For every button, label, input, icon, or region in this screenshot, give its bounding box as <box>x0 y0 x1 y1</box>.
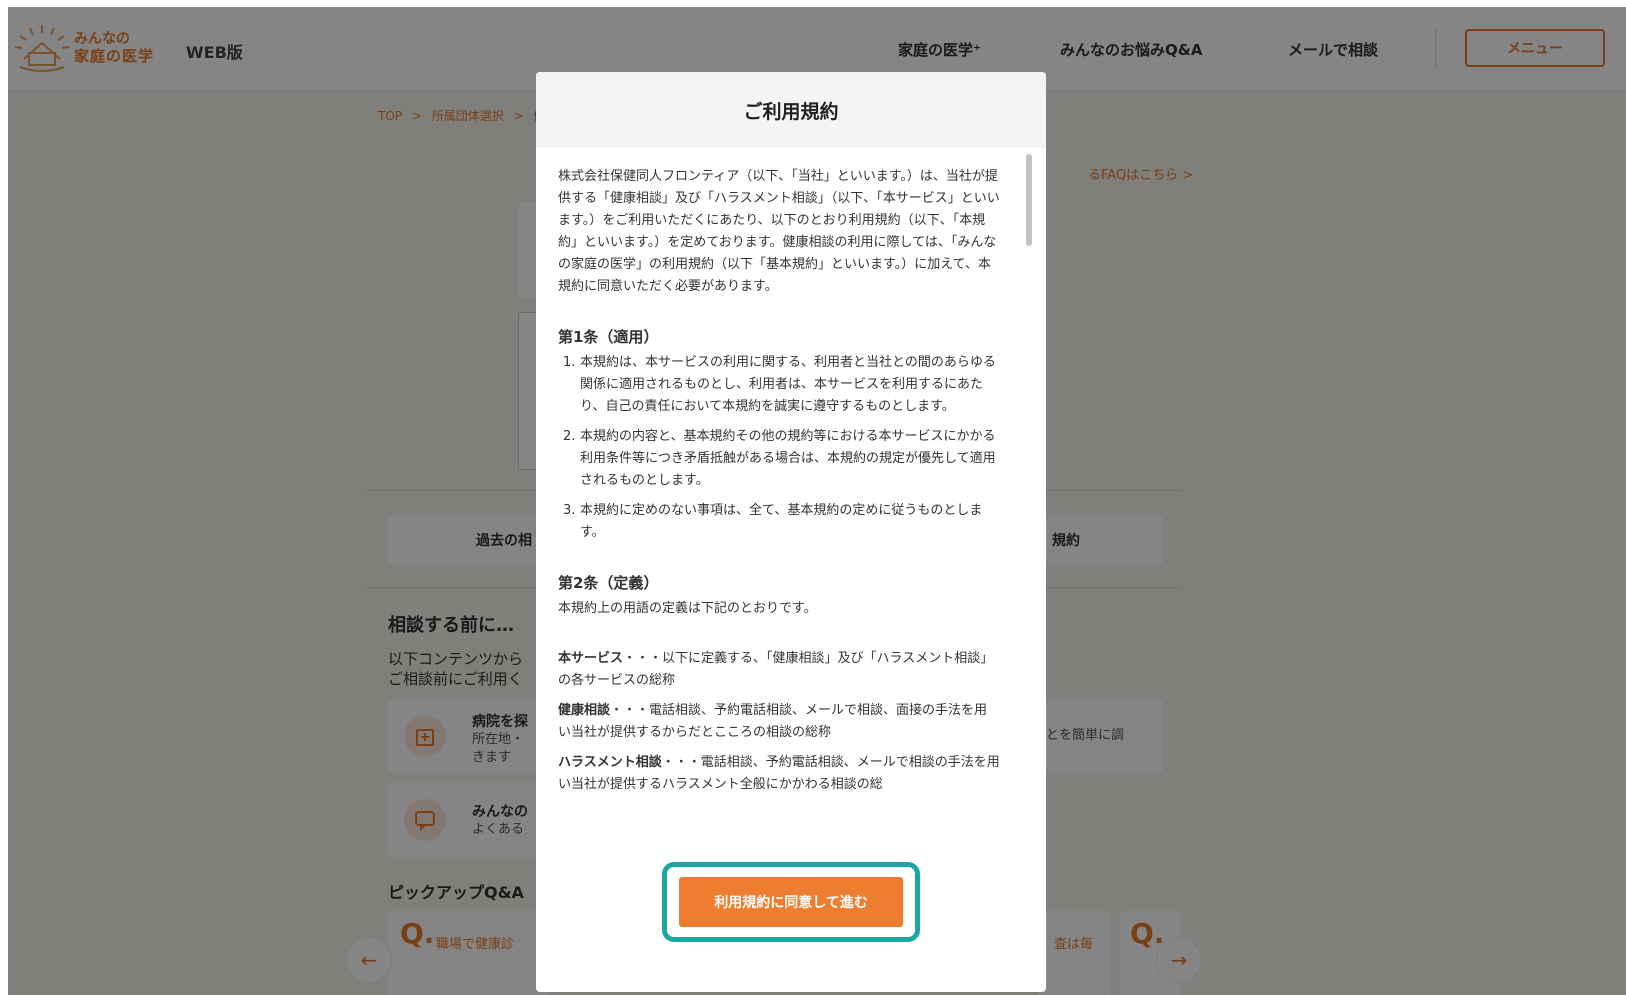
article2-intro: 本規約上の用語の定義は下記のとおりです。 <box>558 601 817 616</box>
article1-item: 1. 本規約は、本サービスの利用に関する、利用者と当社との間のあらゆる関係に適用さ… <box>558 352 1000 418</box>
definition-health: 健康相談・・・電話相談、予約電話相談、メールで相談、面接の手法を用い当社が提供す… <box>558 700 1000 744</box>
terms-scrollbar[interactable] <box>1026 154 1032 246</box>
article1-item-text: 本規約の内容と、基本規約その他の規約等における本サービスにかかる利用条件等につき… <box>580 429 996 488</box>
article1-item-num: 3. <box>563 503 576 518</box>
article2-title: 第2条（定義） <box>558 574 659 592</box>
terms-modal: ご利用規約 株式会社保健同人フロンティア（以下、「当社」といいます。）は、当社が… <box>536 72 1046 992</box>
article1-item: 2. 本規約の内容と、基本規約その他の規約等における本サービスにかかる利用条件等に… <box>558 426 1000 492</box>
article1-item-text: 本規約は、本サービスの利用に関する、利用者と当社との間のあらゆる関係に適用される… <box>580 355 996 414</box>
definition-text: ・・・以下に定義する、「健康相談」及び「ハラスメント相談」の各サービスの総称 <box>558 651 994 688</box>
terms-scroll-area[interactable]: 株式会社保健同人フロンティア（以下、「当社」といいます。）は、当社が提供する「健… <box>536 148 1046 842</box>
agree-and-continue-button[interactable]: 利用規約に同意して進む <box>679 877 903 927</box>
browser-viewport: みんなの 家庭の医学 WEB版 家庭の医学⁺ みんなのお悩みQ&A メールで相談… <box>8 7 1626 995</box>
definition-term: 健康相談 <box>558 703 611 718</box>
modal-header: ご利用規約 <box>536 72 1046 148</box>
article1-title: 第1条（適用） <box>558 328 659 346</box>
modal-title: ご利用規約 <box>743 100 839 123</box>
article1-list: 1. 本規約は、本サービスの利用に関する、利用者と当社との間のあらゆる関係に適用さ… <box>558 352 1000 544</box>
article1-item-text: 本規約に定めのない事項は、全て、基本規約の定めに従うものとします。 <box>580 503 983 540</box>
definition-term: 本サービス <box>558 651 624 666</box>
terms-intro: 株式会社保健同人フロンティア（以下、「当社」といいます。）は、当社が提供する「健… <box>558 169 1000 294</box>
definition-harassment: ハラスメント相談・・・電話相談、予約電話相談、メールで相談の手法を用い当社が提供… <box>558 752 1000 796</box>
definition-text: ・・・電話相談、予約電話相談、メールで相談、面接の手法を用い当社が提供するからだ… <box>558 703 988 740</box>
definition-term: ハラスメント相談 <box>558 755 662 770</box>
definition-service: 本サービス・・・以下に定義する、「健康相談」及び「ハラスメント相談」の各サービス… <box>558 648 1000 692</box>
article1-item-num: 1. <box>563 355 576 370</box>
agree-highlight: 利用規約に同意して進む <box>662 862 920 942</box>
article1-item-num: 2. <box>563 429 576 444</box>
article1-item: 3. 本規約に定めのない事項は、全て、基本規約の定めに従うものとします。 <box>558 500 1000 544</box>
